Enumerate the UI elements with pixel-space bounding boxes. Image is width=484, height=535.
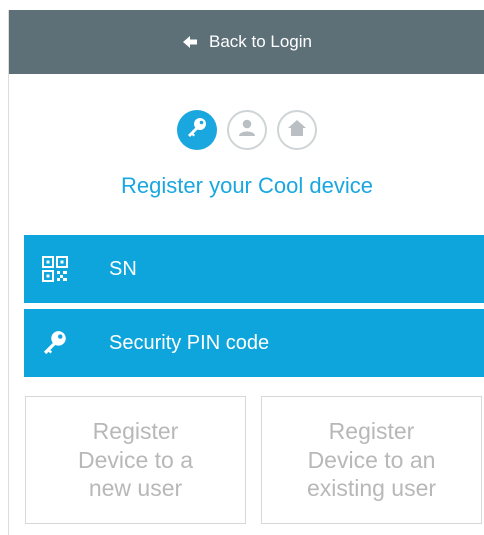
- home-icon: [286, 117, 308, 144]
- register-new-user-button[interactable]: Register Device to a new user: [25, 396, 246, 524]
- user-icon: [236, 117, 258, 144]
- step-home: [277, 110, 317, 150]
- page-title: Register your Cool device: [121, 173, 373, 198]
- security-pin-label: Security PIN code: [109, 331, 270, 354]
- register-existing-user-label: Register Device to an existing user: [306, 417, 437, 502]
- register-existing-user-button[interactable]: Register Device to an existing user: [261, 396, 482, 524]
- sn-field-label: SN: [109, 257, 137, 280]
- register-new-user-label: Register Device to a new user: [77, 417, 194, 502]
- step-user: [227, 110, 267, 150]
- step-indicator: [9, 110, 484, 150]
- key-icon: [185, 116, 209, 145]
- sn-field[interactable]: SN: [24, 235, 484, 303]
- back-to-login-label: Back to Login: [208, 32, 312, 51]
- arrow-left-icon: [182, 34, 198, 50]
- step-key: [177, 110, 217, 150]
- back-to-login-button[interactable]: Back to Login: [9, 10, 484, 74]
- security-pin-field[interactable]: Security PIN code: [24, 309, 484, 377]
- qr-code-icon: [41, 255, 69, 283]
- registration-panel: Back to Login Register your Cool device …: [8, 10, 484, 535]
- key-icon: [41, 329, 69, 357]
